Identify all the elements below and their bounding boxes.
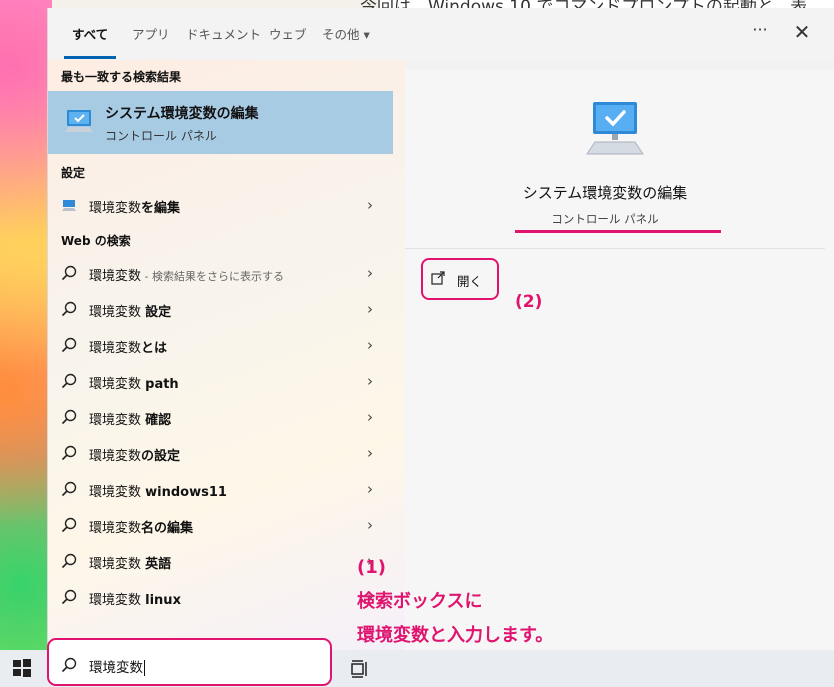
- web-search-item[interactable]: 環境変数の設定 ›: [48, 436, 393, 470]
- best-match-heading: 最も一致する検索結果: [61, 70, 182, 84]
- web-search-item[interactable]: 環境変数 設定 ›: [48, 292, 393, 326]
- settings-heading: 設定: [61, 166, 86, 180]
- web-search-item-bold: path: [145, 377, 179, 392]
- web-search-item-prefix: 環境変数: [89, 449, 142, 464]
- search-icon: [61, 265, 77, 281]
- web-search-item-prefix: 環境変数: [89, 557, 146, 572]
- web-search-item[interactable]: 環境変数 英語 ›: [48, 544, 393, 578]
- open-button[interactable]: 開く: [421, 258, 499, 300]
- search-icon: [61, 301, 77, 317]
- web-search-item[interactable]: 環境変数名の編集 ›: [48, 508, 393, 542]
- tab-more[interactable]: その他 ▾: [322, 24, 370, 43]
- annotation-step-1-line3: 環境変数と入力します。: [357, 625, 554, 646]
- web-search-item-bold: の設定: [141, 449, 181, 464]
- search-input[interactable]: 環境変数: [47, 638, 332, 686]
- highlight-underline: [515, 230, 721, 233]
- search-icon: [61, 553, 77, 569]
- chevron-right-icon: ›: [367, 444, 373, 462]
- web-search-item-bold: 確認: [145, 413, 172, 428]
- web-search-item-hint: - 検索結果をさらに表示する: [141, 270, 284, 283]
- tab-all[interactable]: すべて: [72, 24, 108, 43]
- web-search-item[interactable]: 環境変数 linux ›: [48, 580, 393, 614]
- search-icon: [61, 445, 77, 461]
- web-search-item[interactable]: 環境変数 確認 ›: [48, 400, 393, 434]
- results-pane: 最も一致する検索結果 システム環境変数の編集 コントロール パネル 設定 環境変…: [48, 60, 405, 650]
- web-search-item-bold: 英語: [145, 557, 172, 572]
- chevron-right-icon: ›: [367, 480, 373, 498]
- web-search-item-bold: windows11: [145, 485, 227, 500]
- web-search-item-prefix: 環境変数: [89, 341, 142, 356]
- computer-settings-icon: [65, 110, 93, 132]
- tab-bar: すべて アプリ ドキュメント ウェブ その他 ▾ ··· ✕: [48, 8, 834, 60]
- web-search-item[interactable]: 環境変数 windows11 ›: [48, 472, 393, 506]
- open-external-icon: [431, 271, 445, 285]
- search-icon: [61, 657, 77, 673]
- chevron-right-icon: ›: [367, 408, 373, 426]
- chevron-right-icon: ›: [367, 372, 373, 390]
- task-view-icon[interactable]: [350, 659, 370, 679]
- chevron-right-icon: ›: [367, 196, 373, 214]
- web-search-item-prefix: 環境変数: [89, 593, 146, 608]
- best-match-subtitle: コントロール パネル: [105, 129, 217, 143]
- tab-documents[interactable]: ドキュメント: [186, 24, 261, 43]
- web-search-item-bold: linux: [145, 593, 181, 608]
- annotation-step-1-number: (1): [357, 557, 386, 578]
- web-search-item-prefix: 環境変数: [89, 269, 142, 284]
- best-match-item[interactable]: システム環境変数の編集 コントロール パネル: [48, 91, 393, 154]
- computer-settings-icon: [586, 102, 644, 155]
- web-search-item[interactable]: 環境変数 - 検索結果をさらに表示する ›: [48, 256, 393, 290]
- windows-start-icon[interactable]: [12, 658, 32, 678]
- web-search-item-bold: 設定: [145, 305, 172, 320]
- web-search-item-prefix: 環境変数: [89, 305, 146, 320]
- search-icon: [61, 589, 77, 605]
- active-tab-indicator: [64, 56, 116, 59]
- computer-icon: [62, 200, 76, 211]
- text-caret: [144, 660, 145, 676]
- settings-item[interactable]: 環境変数を編集 ›: [48, 188, 393, 222]
- annotation-step-2: (2): [515, 292, 543, 312]
- web-search-item-bold: 名の編集: [141, 521, 194, 536]
- desktop-wallpaper: [0, 0, 52, 650]
- chevron-right-icon: ›: [367, 516, 373, 534]
- open-label: 開く: [457, 274, 483, 289]
- web-search-item[interactable]: 環境変数とは ›: [48, 328, 393, 362]
- detail-title: システム環境変数の編集: [522, 184, 688, 202]
- close-button[interactable]: ✕: [788, 20, 816, 48]
- detail-subtitle: コントロール パネル: [551, 212, 659, 226]
- tab-web[interactable]: ウェブ: [269, 24, 307, 43]
- annotation-step-1: (1) 検索ボックスに 環境変数と入力します。: [357, 551, 553, 653]
- web-search-item-prefix: 環境変数: [89, 521, 142, 536]
- chevron-right-icon: ›: [367, 264, 373, 282]
- web-search-heading: Web の検索: [61, 234, 131, 248]
- divider: [405, 248, 825, 249]
- search-icon: [61, 373, 77, 389]
- more-options-button[interactable]: ···: [748, 20, 772, 44]
- web-search-item-bold: とは: [141, 341, 168, 356]
- annotation-step-1-line2: 検索ボックスに: [357, 591, 483, 612]
- search-icon: [61, 409, 77, 425]
- search-icon: [61, 337, 77, 353]
- search-icon: [61, 517, 77, 533]
- chevron-right-icon: ›: [367, 336, 373, 354]
- chevron-right-icon: ›: [367, 300, 373, 318]
- web-search-item-prefix: 環境変数: [89, 413, 146, 428]
- web-search-item[interactable]: 環境変数 path ›: [48, 364, 393, 398]
- settings-item-prefix: 環境変数: [89, 201, 142, 216]
- tab-apps[interactable]: アプリ: [132, 24, 170, 43]
- web-search-item-prefix: 環境変数: [89, 485, 146, 500]
- best-match-title: システム環境変数の編集: [105, 106, 259, 122]
- search-value: 環境変数: [89, 660, 143, 676]
- web-search-item-prefix: 環境変数: [89, 377, 146, 392]
- search-icon: [61, 481, 77, 497]
- settings-item-bold: を編集: [141, 201, 181, 216]
